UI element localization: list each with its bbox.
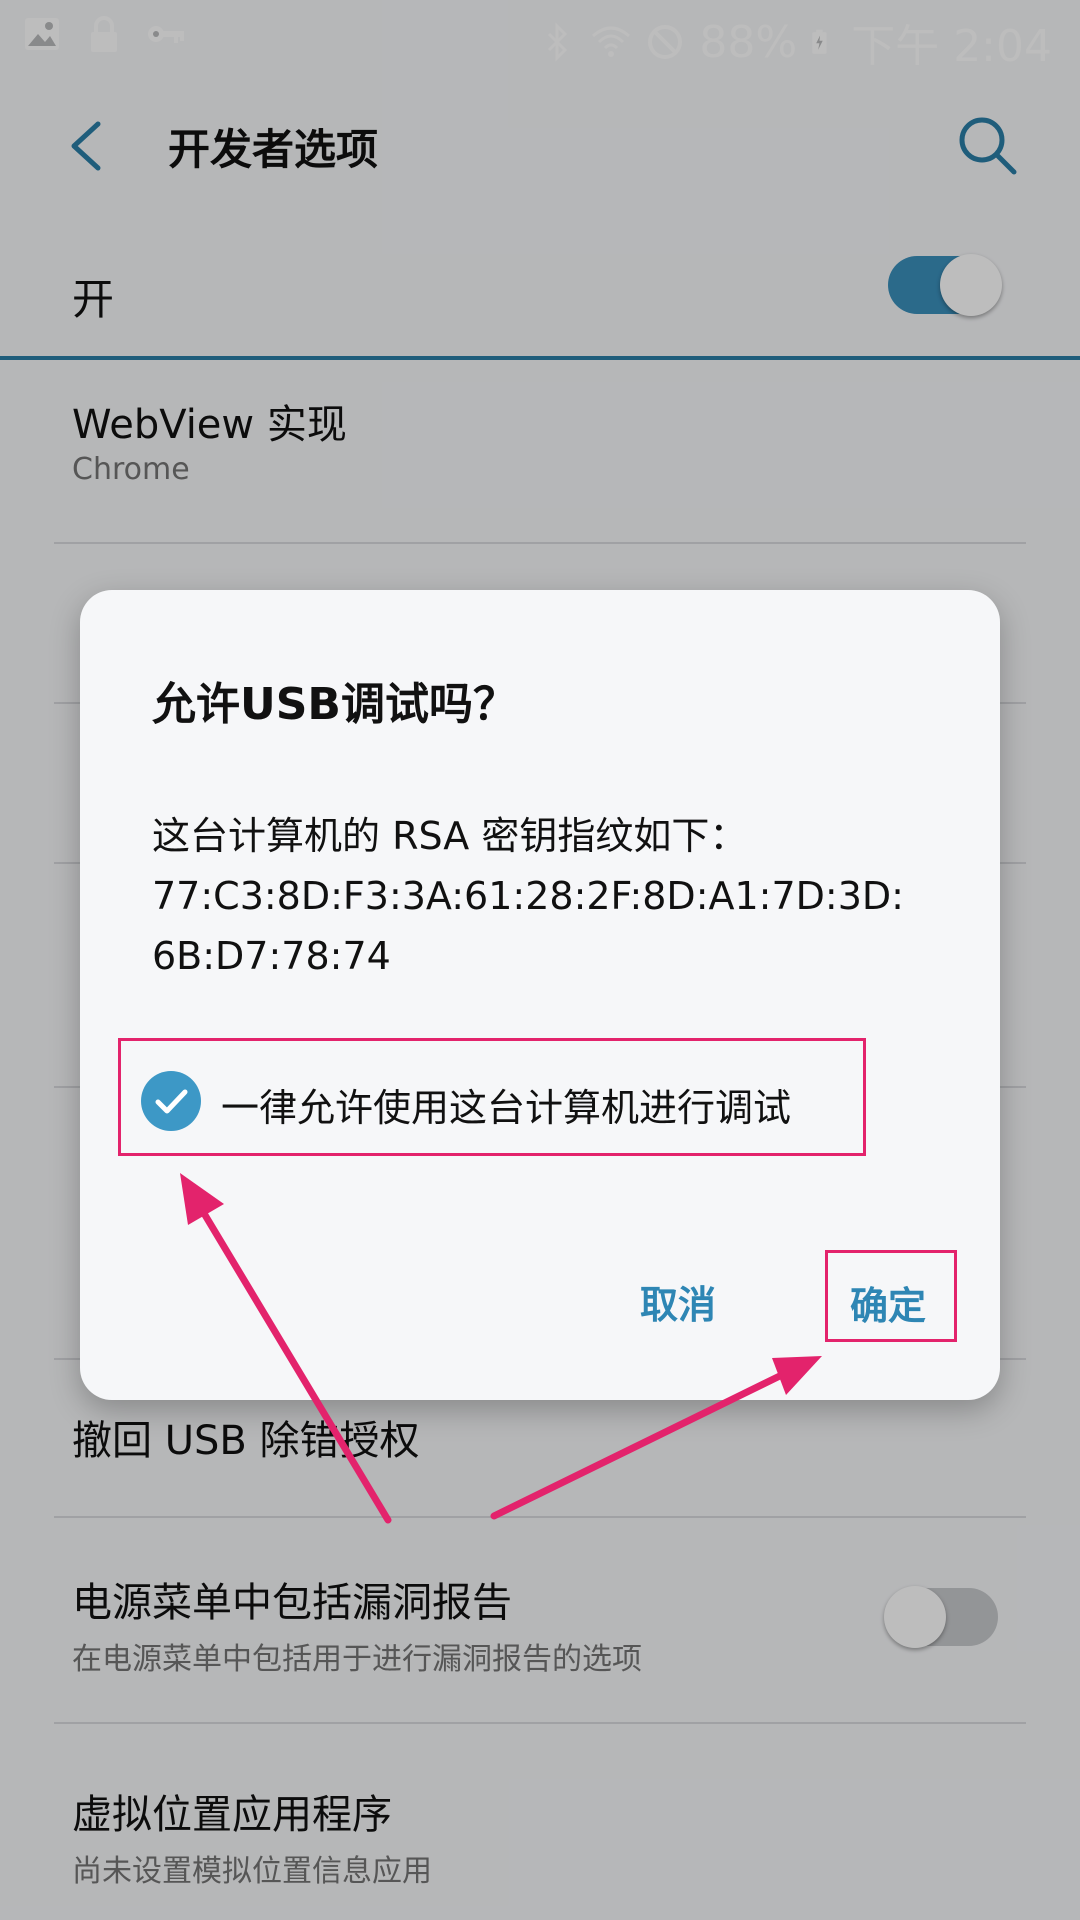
screen: 88% 下午 2:04 开发者选项 开 WebView 实现 Chrome 撤回… xyxy=(0,0,1080,1920)
checkmark-icon xyxy=(155,1089,188,1114)
checkbox-checked-icon[interactable] xyxy=(141,1071,201,1131)
message-line: 这台计算机的 RSA 密钥指纹如下： xyxy=(152,814,748,858)
always-allow-row[interactable]: 一律允许使用这台计算机进行调试 xyxy=(118,1038,866,1156)
confirm-highlight-box: 确定 xyxy=(825,1250,957,1342)
dialog-title: 允许USB调试吗？ xyxy=(152,679,517,730)
cancel-button[interactable]: 取消 xyxy=(640,1274,716,1329)
rsa-fingerprint-line: 6B:D7:78:74 xyxy=(152,934,391,978)
confirm-button[interactable]: 确定 xyxy=(850,1275,926,1330)
dialog-message: 这台计算机的 RSA 密钥指纹如下： 77:C3:8D:F3:3A:61:28:… xyxy=(152,806,904,986)
rsa-fingerprint-line: 77:C3:8D:F3:3A:61:28:2F:8D:A1:7D:3D: xyxy=(152,874,904,918)
usb-debug-dialog: 允许USB调试吗？ 这台计算机的 RSA 密钥指纹如下： 77:C3:8D:F3… xyxy=(80,590,1000,1400)
always-allow-label: 一律允许使用这台计算机进行调试 xyxy=(221,1086,792,1130)
